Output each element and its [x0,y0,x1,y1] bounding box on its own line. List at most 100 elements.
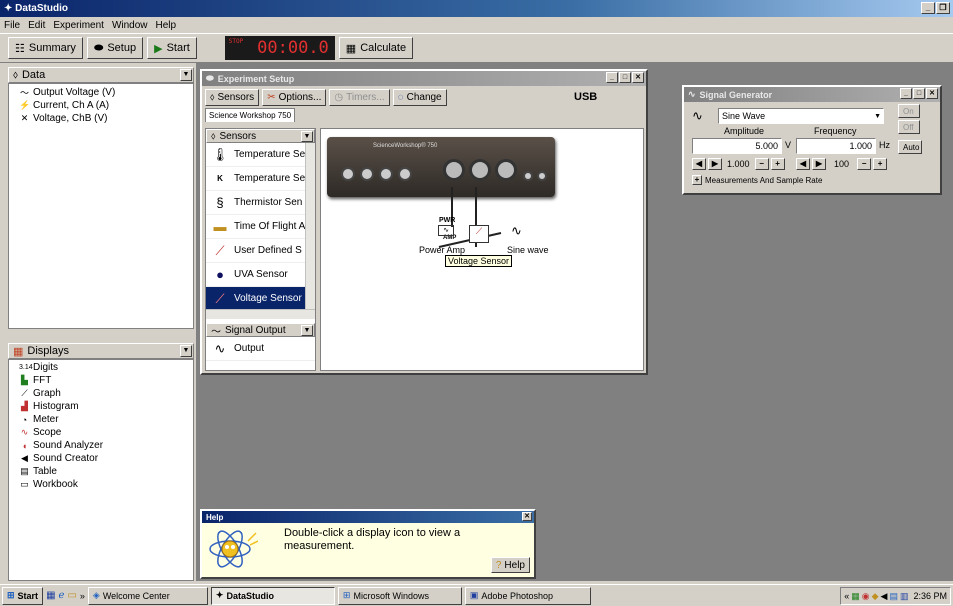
off-button[interactable]: Off [898,120,920,134]
display-item-sound-analyzer[interactable]: ◖ Sound Analyzer [9,439,193,452]
step-right-icon[interactable]: ▶ [812,158,826,170]
workbook-icon: ▭ [20,479,29,489]
display-item-sound-creator[interactable]: ◀ Sound Creator [9,452,193,465]
menu-window[interactable]: Window [112,20,148,31]
quicklaunch-ie-icon[interactable]: ℯ [59,590,65,601]
summary-button[interactable]: ☷ Summary [8,37,83,59]
setup-icon: ⬬ [93,41,104,54]
power-amp-icon[interactable]: ∿ [438,225,454,236]
signal-output-item[interactable]: ∿ Output [206,337,315,361]
tray-volume-icon[interactable]: ◀ [881,591,888,602]
on-button[interactable]: On [898,104,920,118]
tray-monitor-icon[interactable]: ▤ [889,591,898,602]
sensor-voltage[interactable]: ⟋ Voltage Sensor [206,287,315,309]
help-button[interactable]: ? Help [490,557,530,573]
menu-help[interactable]: Help [156,20,177,31]
change-button[interactable]: ◌ Change [392,88,447,106]
task-datastudio[interactable]: ✦ DataStudio [210,586,335,605]
step-left-icon[interactable]: ◀ [692,158,706,170]
signal-generator-titlebar[interactable]: ∿ Signal Generator _ □ ✕ [684,87,940,102]
help-window: Help ✕ Double-click a display icon to vi… [200,509,536,579]
calculate-button[interactable]: ▦ Calculate [338,37,414,59]
chevron-down-icon[interactable]: ▼ [301,325,313,336]
close-icon[interactable]: ✕ [926,88,938,99]
data-panel-header[interactable]: ⬨ Data ▼ [8,67,194,83]
voltage-sensor-node[interactable]: ⟋ [469,225,489,243]
quicklaunch-desktop-icon[interactable]: ▦ [46,590,55,601]
minimize-icon[interactable]: _ [900,88,912,99]
sensor-time-of-flight[interactable]: ▬ Time Of Flight A [206,215,315,239]
chevron-down-icon[interactable]: ▼ [180,69,192,81]
sensor-list-hscrollbar[interactable] [206,309,315,319]
displays-panel-header[interactable]: ▦ Displays ▼ [8,343,194,359]
tray-network-icon[interactable]: ▦ [851,591,860,602]
sensor-temperature-1[interactable]: 🌡 Temperature Se [206,143,315,167]
minimize-icon[interactable]: _ [921,2,935,14]
setup-button[interactable]: ⬬ Setup [86,37,144,59]
decrement-icon[interactable]: − [857,158,872,170]
timers-button[interactable]: ◷ Timers... [329,88,390,106]
display-item-histogram[interactable]: ▟ Histogram [9,400,193,413]
display-item-table[interactable]: ▤ Table [9,465,193,478]
task-microsoft-windows[interactable]: ⊞ Microsoft Windows [337,586,462,605]
tray-security-icon[interactable]: ◉ [862,591,870,602]
data-item-current[interactable]: ⚡ Current, Ch A (A) [9,99,193,112]
sensor-thermistor[interactable]: § Thermistor Sen [206,191,315,215]
display-item-scope[interactable]: ∿ Scope [9,426,193,439]
sensor-list-header[interactable]: ⬨ Sensors ▼ [206,129,315,143]
decrement-icon[interactable]: − [754,158,769,170]
tray-app-icon[interactable]: ▥ [900,591,909,602]
measurements-expander[interactable]: + Measurements And Sample Rate [692,175,822,185]
signal-output-header[interactable]: 〜 Signal Output ▼ [206,323,315,338]
data-item-output-voltage[interactable]: 〜 Output Voltage (V) [9,86,193,99]
sensors-button[interactable]: ⬨ Sensors [205,88,260,106]
display-item-meter[interactable]: ◔ Meter [9,413,193,426]
data-item-voltage[interactable]: ✕ Voltage, ChB (V) [9,112,193,125]
task-welcome-center[interactable]: ◈ Welcome Center [87,586,208,605]
task-adobe-photoshop[interactable]: ▣ Adobe Photoshop [464,586,591,605]
maximize-icon[interactable]: □ [619,72,631,83]
auto-button[interactable]: Auto [898,140,922,154]
chevron-down-icon[interactable]: ▼ [180,345,192,357]
display-item-workbook[interactable]: ▭ Workbook [9,478,193,491]
graph-icon: ⟋ [21,388,28,398]
tab-science-workshop[interactable]: Science Workshop 750 [205,108,296,122]
sensor-user-defined[interactable]: ⟋ User Defined S [206,239,315,263]
start-menu-button[interactable]: ⊞ Start [2,586,44,605]
help-titlebar[interactable]: Help ✕ [202,511,534,523]
chevron-down-icon[interactable]: ▼ [301,131,313,142]
tray-update-icon[interactable]: ◆ [872,591,879,602]
minimize-icon[interactable]: _ [606,72,618,83]
sensor-uva[interactable]: ● UVA Sensor [206,263,315,287]
quicklaunch-more-icon[interactable]: » [80,591,85,601]
tray-expand-icon[interactable]: « [844,591,849,601]
menu-edit[interactable]: Edit [28,20,45,31]
close-icon[interactable]: ✕ [632,72,644,83]
frequency-field[interactable]: 1.000 [796,138,876,154]
increment-icon[interactable]: + [770,158,785,170]
display-item-graph[interactable]: ⟋ Graph [9,387,193,400]
sensor-temperature-2[interactable]: K Temperature Se [206,167,315,191]
close-icon[interactable]: ✕ [522,512,532,521]
experiment-setup-titlebar[interactable]: ⬬ Experiment Setup _ □ ✕ [202,71,646,86]
display-item-fft[interactable]: ▙ FFT [9,374,193,387]
step-right-icon[interactable]: ▶ [708,158,722,170]
start-button[interactable]: ▶ Start [147,37,197,59]
windows-logo-icon: ⊞ [7,590,15,600]
restore-icon[interactable]: ❐ [936,2,950,14]
increment-icon[interactable]: + [873,158,888,170]
menu-file[interactable]: File [4,20,20,31]
sensor-list-scrollbar[interactable] [305,143,315,309]
menu-experiment[interactable]: Experiment [53,20,104,31]
waveform-select[interactable]: Sine Wave ▼ [718,108,884,124]
temperature-probe-icon: 🌡 [211,146,229,162]
display-item-digits[interactable]: 3.14 Digits [9,361,193,374]
sine-wave-icon: ∿ [511,223,522,238]
step-left-icon[interactable]: ◀ [796,158,810,170]
quicklaunch-folder-icon[interactable]: ▭ [67,590,76,601]
amplitude-field[interactable]: 5.000 [692,138,782,154]
maximize-icon[interactable]: □ [913,88,925,99]
options-button[interactable]: ✂ Options... [262,88,327,106]
speaker-icon: ◀ [21,453,28,463]
taskbar: ⊞ Start ▦ ℯ ▭ » ◈ Welcome Center ✦ DataStud… [0,584,953,606]
